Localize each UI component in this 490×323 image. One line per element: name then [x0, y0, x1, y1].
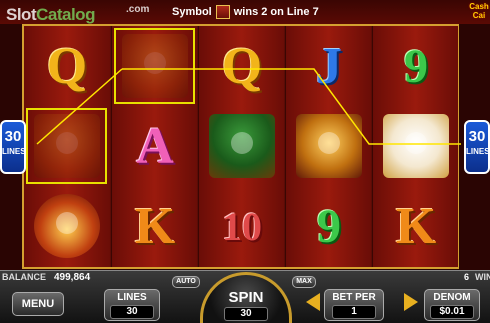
- win-label: WIN: [475, 272, 490, 282]
- lines-badge-left-number: 30: [4, 128, 22, 145]
- spin-value: 30: [224, 307, 268, 321]
- watermark-logo: SlotCatalog: [6, 5, 95, 24]
- symbol-9: 9: [317, 199, 341, 253]
- denom-label: DENOM: [433, 292, 471, 303]
- top-banner: SlotCatalog .com Symbol wins 2 on Line 7…: [0, 0, 490, 24]
- symbol-face: [144, 52, 166, 74]
- reel-symbol: K: [373, 186, 459, 266]
- reel-1: Q: [24, 26, 110, 267]
- symbol-face: [56, 212, 78, 234]
- symbol-face: [231, 132, 253, 154]
- symbol-10: 10: [222, 203, 262, 249]
- dragon-symbol-icon: [296, 114, 362, 178]
- tiger-symbol-icon: [34, 114, 100, 178]
- lines-badge-left-label: LINES: [2, 147, 26, 156]
- reel-5: 9K: [372, 26, 458, 267]
- symbol-face: [318, 132, 340, 154]
- reel-4: J9: [285, 26, 371, 267]
- reel-symbol: Q: [24, 26, 110, 106]
- menu-button[interactable]: MENU: [12, 292, 64, 316]
- lines-button-label: LINES: [117, 292, 147, 303]
- reel-symbol: 9: [286, 186, 372, 266]
- lines-badge-left: 30 LINES: [0, 120, 26, 174]
- reel-2: AK: [111, 26, 197, 267]
- reel-symbol: [286, 106, 372, 186]
- reel-symbol: 10: [199, 186, 285, 266]
- win-message-prefix: Symbol: [172, 6, 212, 18]
- win-message-suffix: wins 2 on Line 7: [233, 6, 319, 18]
- reel-symbol: K: [112, 186, 198, 266]
- game-logo: Cash Cai: [468, 2, 490, 36]
- symbol-j: J: [316, 37, 342, 95]
- logo-word: Cash: [469, 2, 489, 11]
- tiger-symbol-icon: [122, 34, 188, 98]
- logo-word: Cai: [472, 11, 486, 20]
- denom-value: $0.01: [430, 305, 474, 319]
- symbol-q: Q: [46, 37, 88, 95]
- reel-symbol: [373, 106, 459, 186]
- tree-symbol-icon: [209, 114, 275, 178]
- symbol-k: K: [395, 197, 437, 255]
- reel-symbol: [199, 106, 285, 186]
- reel-symbol: J: [286, 26, 372, 106]
- symbol-icon: [215, 5, 230, 19]
- symbol-face: [405, 132, 427, 154]
- max-button[interactable]: MAX: [292, 276, 316, 288]
- symbol-9: 9: [404, 39, 428, 93]
- reel-symbol: 9: [373, 26, 459, 106]
- bet-increase-arrow-icon[interactable]: [404, 293, 418, 311]
- reel-symbol: A: [112, 106, 198, 186]
- reel-symbol: Q: [199, 26, 285, 106]
- bet-decrease-arrow-icon[interactable]: [306, 293, 320, 311]
- symbol-q: Q: [221, 37, 263, 95]
- watermark-suffix: .com: [126, 4, 150, 15]
- bet-per-label: BET PER: [332, 292, 376, 303]
- lines-badge-right-label: LINES: [466, 147, 490, 156]
- cat-symbol-icon: [383, 114, 449, 178]
- symbol-face: [56, 132, 78, 154]
- bag-symbol-icon: [34, 194, 100, 258]
- lines-value: 30: [110, 305, 154, 319]
- win-count: 6: [464, 272, 470, 282]
- auto-button[interactable]: AUTO: [172, 276, 200, 288]
- reel-frame: Q A K Q 10 J 9 9 K: [22, 24, 461, 269]
- spin-label: SPIN: [228, 289, 264, 306]
- symbol-a: A: [136, 117, 174, 175]
- balance-value: 499,864: [54, 272, 91, 283]
- win-message: Symbol wins 2 on Line 7: [172, 5, 319, 19]
- reel-symbol: [24, 106, 110, 186]
- lines-badge-right: 30 LINES: [464, 120, 490, 174]
- reel-symbol: [24, 186, 110, 266]
- lines-badge-right-number: 30: [468, 128, 486, 145]
- bet-per-value: 1: [332, 305, 376, 319]
- symbol-k: K: [134, 197, 176, 255]
- reel-symbol: [112, 26, 198, 106]
- reel-3: Q 10: [198, 26, 284, 267]
- balance-label: BALANCE: [2, 272, 46, 282]
